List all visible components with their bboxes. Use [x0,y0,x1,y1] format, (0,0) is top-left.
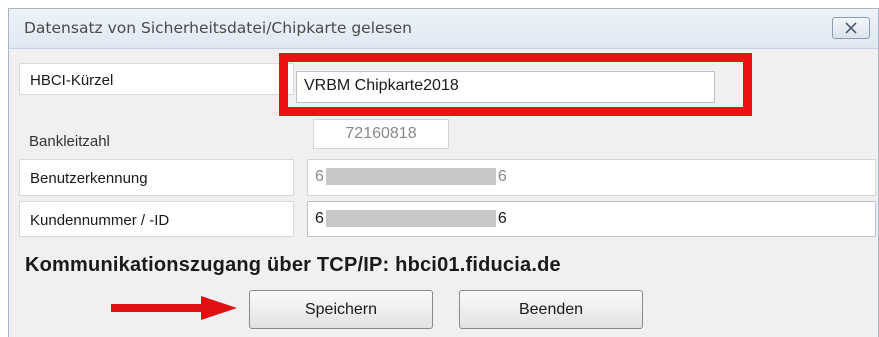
kundennummer-value-end: 6 [497,210,507,227]
bankleitzahl-label: Bankleitzahl [29,133,110,150]
bankleitzahl-value: 72160818 [345,125,417,142]
benutzerkennung-value-end: 6 [497,168,507,185]
hbci-kuerzel-label: HBCI-Kürzel [30,72,114,89]
window-title: Datensatz von Sicherheitsdatei/Chipkarte… [24,19,412,37]
hbci-kuerzel-label-box: HBCI-Kürzel [19,63,294,95]
kundennummer-label: Kundennummer / -ID [30,212,170,229]
exit-button[interactable]: Beenden [459,290,643,329]
kundennummer-value-start: 6 [315,210,324,227]
exit-button-label: Beenden [518,300,584,318]
kundennummer-label-box: Kundennummer / -ID [19,201,294,237]
benutzerkennung-label: Benutzerkennung [30,170,148,187]
benutzerkennung-field: 66 [307,159,876,196]
title-bar[interactable]: Datensatz von Sicherheitsdatei/Chipkarte… [9,9,878,49]
close-button[interactable] [832,17,870,39]
dialog-body: HBCI-Kürzel VRBM Chipkarte2018 Bankleitz… [9,50,878,337]
benutzerkennung-label-box: Benutzerkennung [19,159,294,196]
save-button[interactable]: Speichern [249,290,433,329]
close-icon [845,22,857,34]
communication-info: Kommunikationszugang über TCP/IP: hbci01… [25,254,561,276]
arrow-right-icon [111,296,237,320]
dialog-window: Datensatz von Sicherheitsdatei/Chipkarte… [8,8,879,337]
bankleitzahl-field: 72160818 [313,119,449,149]
save-button-label: Speichern [304,300,378,318]
redaction-mask [325,210,496,228]
redaction-mask [325,168,496,186]
highlight-frame [279,53,752,116]
kundennummer-field[interactable]: 66 [307,201,876,237]
benutzerkennung-value-start: 6 [315,168,324,185]
